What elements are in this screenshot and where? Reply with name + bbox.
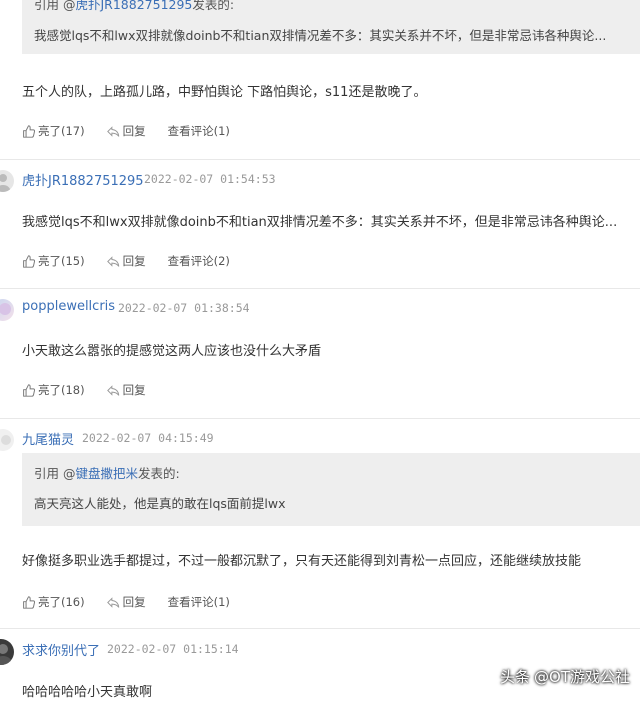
quote-header: 引用 @键盘撒把米发表的: (34, 466, 180, 481)
watermark: 头条 @OT游戏公社 (500, 668, 630, 686)
quote-block: 引用 @键盘撒把米发表的: 高天亮这人能处，他是真的敢在lqs面前提lwx (22, 453, 640, 526)
reply-content: 好像挺多职业选手都提过，不过一般都沉默了，只有天还能得到刘青松一点回应，还能继续… (22, 554, 582, 569)
reply-content: 我感觉lqs不和lwx双排就像doinb不和tian双排情况差不多：其实关系并不… (22, 215, 618, 230)
quote-block: 引用 @虎扑JR1882751295发表的: 我感觉lqs不和lwx双排就像do… (22, 0, 640, 54)
avatar[interactable] (0, 299, 14, 321)
thumbs-up-icon (23, 383, 35, 397)
view-comments-link[interactable]: 查看评论(1) (168, 594, 230, 610)
reply-item: 九尾猫灵 2022-02-07 04:15:49 引用 @键盘撒把米发表的: 高… (0, 419, 640, 629)
reply-item: popplewellcris 2022-02-07 01:38:54 小天敢这么… (0, 289, 640, 419)
quote-author-link[interactable]: 键盘撒把米 (75, 466, 138, 481)
thumbs-up-icon (23, 595, 35, 609)
quote-body: 我感觉lqs不和lwx双排就像doinb不和tian双排情况差不多：其实关系并不… (34, 28, 607, 43)
avatar[interactable] (0, 170, 14, 192)
timestamp: 2022-02-07 04:15:49 (82, 431, 214, 445)
reply-button[interactable]: 回复 (106, 594, 146, 610)
like-button[interactable]: 亮了(18) (22, 382, 85, 398)
like-button[interactable]: 亮了(16) (22, 594, 85, 610)
like-button[interactable]: 亮了(17) (22, 123, 85, 139)
quote-author-link[interactable]: 虎扑JR1882751295 (75, 0, 192, 12)
thumbs-up-icon (23, 124, 35, 138)
username-link[interactable]: 虎扑JR1882751295 (22, 170, 144, 189)
reply-actions: 亮了(17) 回复 查看评论(1) (22, 123, 230, 139)
view-comments-link[interactable]: 查看评论(2) (168, 253, 230, 269)
reply-button[interactable]: 回复 (106, 382, 146, 398)
reply-content: 五个人的队，上路孤儿路，中野怕舆论 下路怕舆论，s11还是散晚了。 (22, 85, 427, 100)
quote-header: 引用 @虎扑JR1882751295发表的: (34, 0, 234, 13)
like-button[interactable]: 亮了(15) (22, 253, 85, 269)
reply-icon (106, 125, 119, 137)
thumbs-up-icon (23, 254, 35, 268)
timestamp: 2022-02-07 01:54:53 (144, 172, 276, 186)
reply-item: 虎扑JR1882751295 2022-02-07 01:54:53 我感觉lq… (0, 160, 640, 289)
reply-actions: 亮了(18) 回复 (22, 382, 168, 398)
avatar[interactable] (0, 429, 14, 451)
username-link[interactable]: 九尾猫灵 (22, 429, 74, 448)
reply-content: 小天敢这么嚣张的提感觉这两人应该也没什么大矛盾 (22, 344, 322, 359)
reply-actions: 亮了(16) 回复 查看评论(1) (22, 594, 230, 610)
reply-icon (106, 596, 119, 608)
reply-icon (106, 384, 119, 396)
avatar[interactable] (0, 639, 14, 665)
reply-button[interactable]: 回复 (106, 123, 146, 139)
timestamp: 2022-02-07 01:38:54 (118, 301, 250, 315)
reply-item: 求求你别代了 2022-02-07 01:15:14 哈哈哈哈哈小天真敢啊 (0, 629, 640, 701)
username-link[interactable]: 求求你别代了 (22, 640, 100, 659)
view-comments-link[interactable]: 查看评论(1) (168, 123, 230, 139)
reply-content: 哈哈哈哈哈小天真敢啊 (22, 685, 153, 700)
reply-button[interactable]: 回复 (106, 253, 146, 269)
quote-body: 高天亮这人能处，他是真的敢在lqs面前提lwx (34, 496, 286, 511)
timestamp: 2022-02-07 01:15:14 (107, 642, 239, 656)
reply-icon (106, 255, 119, 267)
username-link[interactable]: popplewellcris (22, 299, 115, 314)
reply-actions: 亮了(15) 回复 查看评论(2) (22, 253, 230, 269)
